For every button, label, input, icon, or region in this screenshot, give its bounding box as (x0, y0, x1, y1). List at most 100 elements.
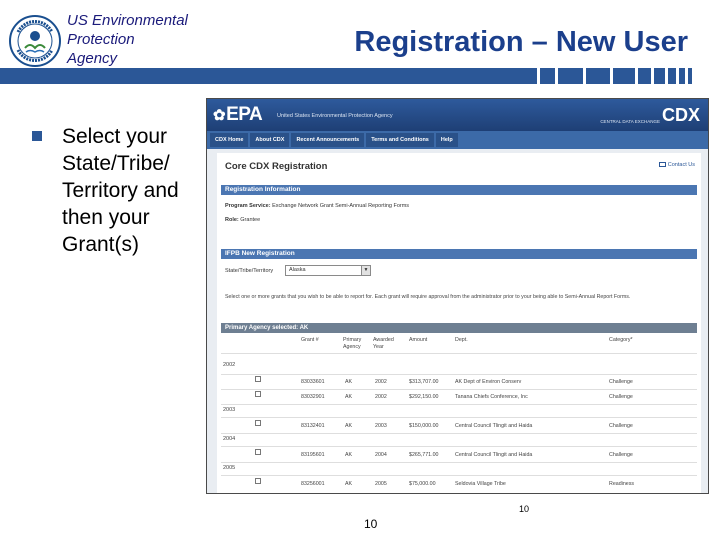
nav-terms-and-conditions[interactable]: Terms and Conditions (366, 133, 434, 147)
row-divider (221, 433, 697, 434)
year-group-label: 2005 (223, 465, 236, 471)
nav-cdx-home[interactable]: CDX Home (210, 133, 249, 147)
grant-awarded-year: 2003 (375, 423, 387, 429)
grant-category: Readiness (609, 481, 635, 487)
epa-seal-icon (9, 15, 61, 67)
contact-us-link[interactable]: Contact Us (658, 162, 695, 168)
grant-category: Challenge (609, 452, 633, 458)
nav-help[interactable]: Help (435, 133, 458, 147)
grant-amount: $265,771.00 (409, 452, 439, 458)
col-amount: Amount (409, 337, 428, 343)
chevron-down-icon: ▼ (361, 266, 370, 275)
cdx-logo[interactable]: CDX (662, 105, 700, 126)
program-value: Exchange Network Grant Semi-Annual Repor… (272, 203, 410, 209)
year-group-label: 2004 (223, 436, 236, 442)
state-select[interactable]: Alaska ▼ (285, 265, 371, 276)
grant-dept: Seldovia Village Tribe (455, 481, 506, 487)
grant-checkbox[interactable] (255, 391, 261, 397)
grant-number: 83132401 (301, 423, 325, 429)
grant-category: Challenge (609, 423, 633, 429)
grant-amount: $75,000.00 (409, 481, 436, 487)
grant-dept: Central Council Tlingit and Haida (455, 452, 533, 458)
row-divider (221, 374, 697, 375)
slide-title: Registration – New User (354, 26, 688, 58)
row-divider (221, 462, 697, 463)
row-divider (221, 389, 697, 390)
program-service-line: Program Service: Exchange Network Grant … (225, 203, 409, 209)
grant-amount: $292,150.00 (409, 394, 439, 400)
grant-number: 83033601 (301, 379, 325, 385)
col-grant: Grant # (301, 337, 319, 343)
grant-checkbox[interactable] (255, 478, 261, 484)
epa-logo[interactable]: ✿EPA (213, 104, 263, 126)
nav-about-cdx[interactable]: About CDX (250, 133, 290, 147)
grant-instructions: Select one or more grants that you wish … (225, 294, 631, 300)
state-select-value: Alaska (289, 267, 306, 273)
agency-name: US Environmental Protection Agency (67, 11, 188, 68)
grant-number: 83256001 (301, 481, 325, 487)
cdx-tagline: CENTRAL DATA EXCHANGE (600, 119, 660, 124)
role-value: Grantee (240, 217, 261, 223)
epa-flower-icon: ✿ (213, 107, 226, 124)
grant-awarded-year: 2002 (375, 394, 387, 400)
year-group-label: 2003 (223, 407, 236, 413)
grant-category: Challenge (609, 394, 633, 400)
grant-dept: AK Dept of Environ Conserv (455, 379, 522, 385)
registration-info-header: Registration Information (221, 185, 697, 195)
grant-category: Challenge (609, 379, 633, 385)
bullet-line: Select your (62, 125, 168, 148)
grant-amount: $150,000.00 (409, 423, 439, 429)
role-line: Role: Grantee (225, 217, 260, 223)
epa-header: ✿EPA United States Environmental Protect… (207, 99, 708, 131)
grant-agency: AK (345, 423, 353, 429)
page-number: 10 (364, 517, 378, 531)
registration-page: Core CDX Registration Contact Us Registr… (217, 153, 701, 493)
program-label: Program Service: (225, 203, 271, 209)
row-divider (221, 417, 697, 418)
agency-line: US Environmental (67, 12, 188, 29)
grant-agency: AK (345, 394, 353, 400)
state-select-label: State/Tribe/Territory (225, 268, 274, 274)
col-category: Category* (609, 337, 633, 343)
agency-line: Agency (67, 50, 118, 67)
cdx-navbar: CDX Home About CDX Recent Announcements … (207, 131, 708, 149)
row-divider (221, 446, 697, 447)
col-dept: Dept. (455, 337, 468, 343)
bullet-line: Territory and (62, 179, 179, 202)
grant-checkbox[interactable] (255, 376, 261, 382)
new-registration-header: IFPB New Registration (221, 249, 697, 259)
contact-us-label: Contact Us (667, 162, 695, 168)
epa-logo-text: EPA (226, 104, 263, 125)
row-divider (221, 404, 697, 405)
grant-awarded-year: 2004 (375, 452, 387, 458)
col-primary-agency: Primary Agency (343, 337, 362, 350)
grant-agency: AK (345, 452, 353, 458)
grant-number: 83195601 (301, 452, 325, 458)
bullet-line: then your (62, 206, 150, 229)
slide-number-small: 10 (519, 504, 530, 514)
year-group-label: 2002 (223, 362, 236, 368)
grant-checkbox[interactable] (255, 420, 261, 426)
agency-line: Protection (67, 31, 135, 48)
envelope-icon (658, 162, 666, 167)
grant-agency: AK (345, 481, 353, 487)
role-label: Role: (225, 217, 239, 223)
grant-agency: AK (345, 379, 353, 385)
col-awarded-year: Awarded Year (373, 337, 394, 350)
grant-amount: $313,707.00 (409, 379, 439, 385)
grant-checkbox[interactable] (255, 449, 261, 455)
decorative-bar (0, 68, 692, 84)
row-divider (221, 475, 697, 476)
bullet-text: Select your State/Tribe/ Territory and t… (62, 123, 204, 258)
grant-number: 83032901 (301, 394, 325, 400)
grant-awarded-year: 2005 (375, 481, 387, 487)
page-title: Core CDX Registration (225, 161, 328, 172)
cdx-screenshot: ✿EPA United States Environmental Protect… (206, 98, 709, 494)
nav-recent-announcements[interactable]: Recent Announcements (291, 133, 365, 147)
epa-subtitle: United States Environmental Protection A… (277, 113, 393, 119)
bullet-line: State/Tribe/ (62, 152, 170, 175)
grant-awarded-year: 2002 (375, 379, 387, 385)
grant-table-header: Primary Agency selected: AK (221, 323, 697, 333)
row-divider (221, 353, 697, 354)
square-bullet-icon (32, 131, 42, 141)
